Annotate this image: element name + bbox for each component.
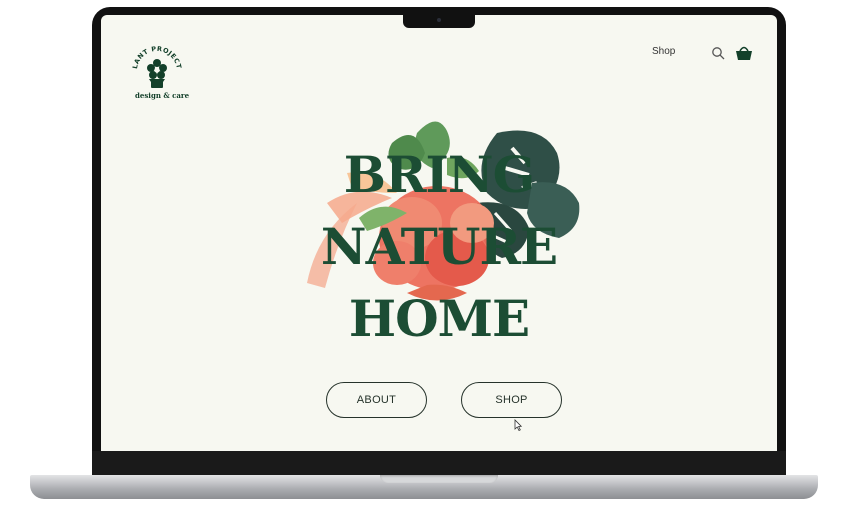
about-button[interactable]: ABOUT <box>326 382 427 418</box>
search-icon[interactable] <box>711 46 725 60</box>
website-screen: PLANT PROJECTS design & care Shop <box>101 15 777 451</box>
laptop-base-notch <box>380 475 498 483</box>
nav-shop-link[interactable]: Shop <box>652 46 675 57</box>
headline-line-2: NATURE <box>320 217 558 276</box>
brand-tagline: design & care <box>135 91 190 100</box>
laptop-notch <box>403 14 475 28</box>
camera-icon <box>437 18 441 22</box>
hero-headline: BRING NATURE HOME <box>289 139 589 355</box>
basket-icon[interactable] <box>735 44 753 61</box>
laptop-chin <box>92 451 786 475</box>
shop-button[interactable]: SHOP <box>461 382 562 418</box>
headline-line-3: HOME <box>348 289 530 348</box>
headline-line-1: BRING <box>343 145 536 204</box>
pointer-cursor-icon <box>514 419 522 431</box>
